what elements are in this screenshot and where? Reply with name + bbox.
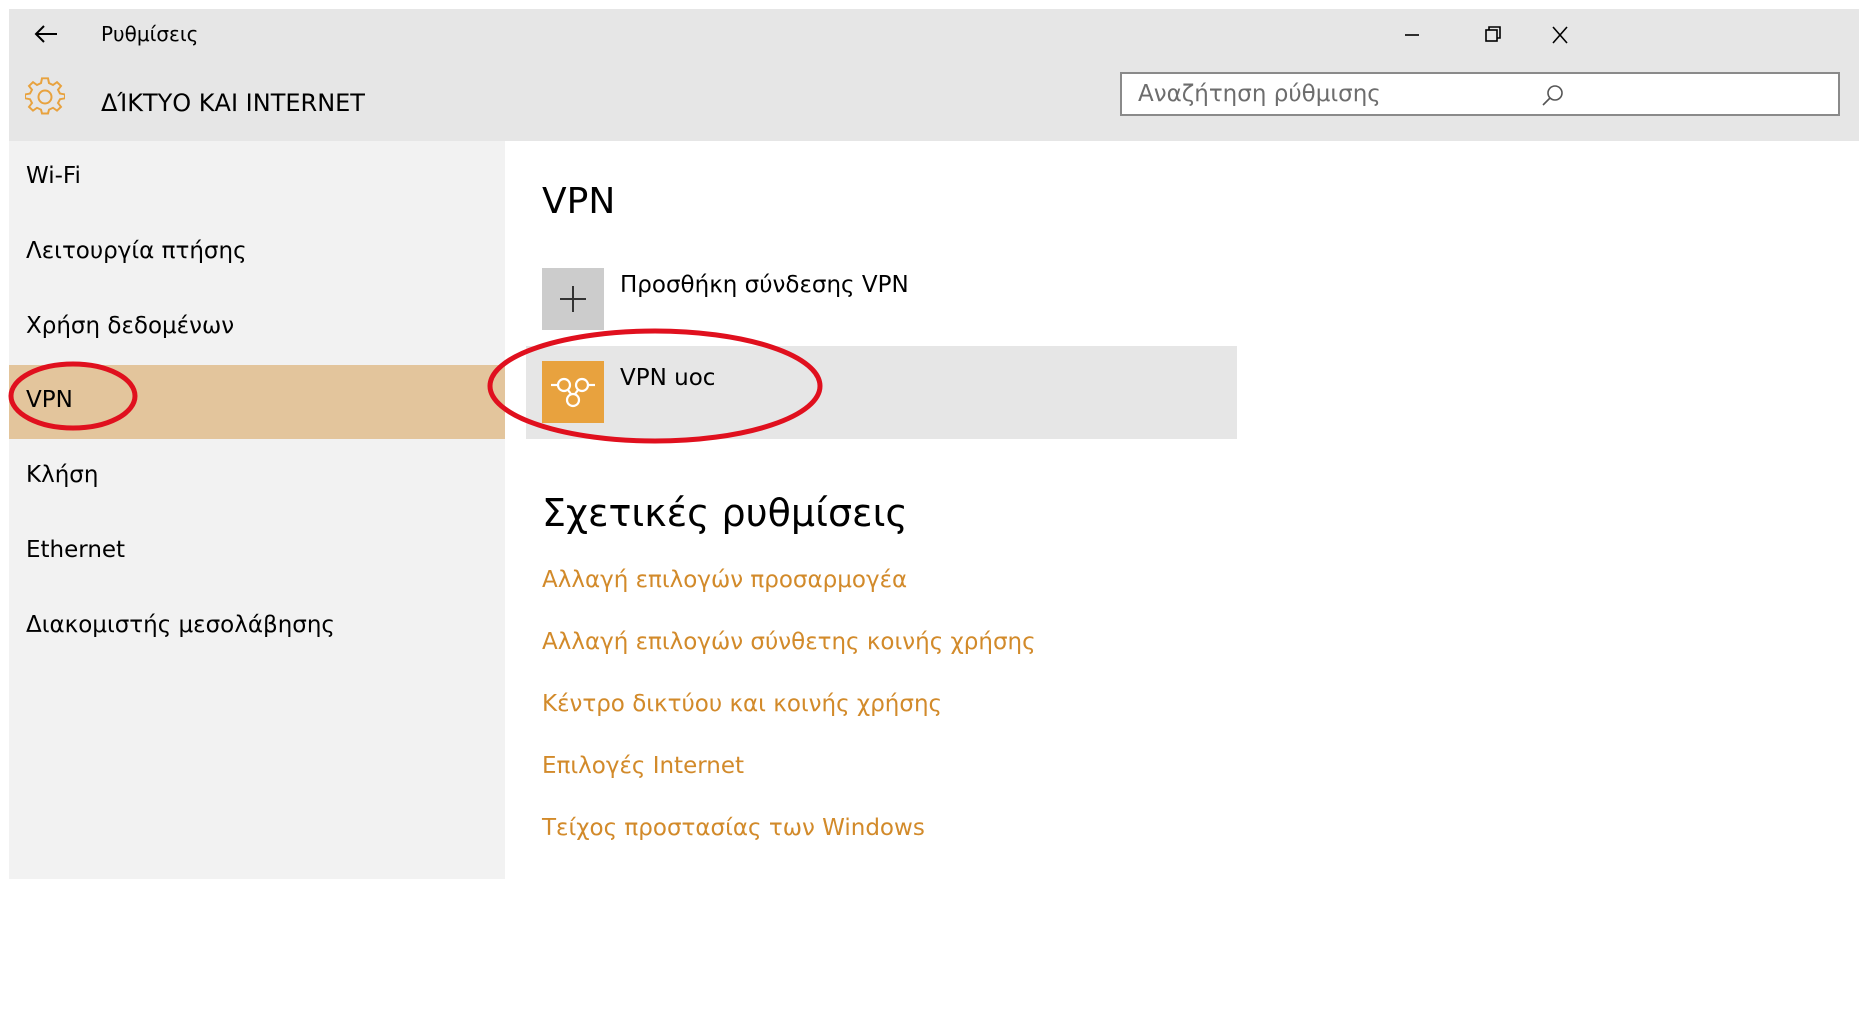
link-internet-options[interactable]: Επιλογές Internet: [542, 753, 744, 779]
vpn-connection-name: VPN uoc: [620, 365, 716, 391]
sidebar-item-vpn[interactable]: VPN: [9, 365, 505, 439]
search-icon[interactable]: [1540, 83, 1566, 109]
back-arrow-icon[interactable]: [31, 19, 61, 49]
sidebar-item-label: Ethernet: [26, 537, 126, 563]
page-title: VPN: [542, 181, 616, 222]
close-button[interactable]: [1540, 17, 1580, 53]
sidebar: Wi-Fi Λειτουργία πτήσης Χρήση δεδομένων …: [9, 141, 505, 879]
close-icon: [1552, 26, 1568, 44]
link-windows-firewall[interactable]: Τείχος προστασίας των Windows: [542, 815, 925, 841]
restore-icon: [1485, 26, 1501, 42]
sidebar-item-ethernet[interactable]: Ethernet: [9, 515, 505, 589]
minimize-icon: [1405, 34, 1419, 36]
sidebar-item-label: VPN: [26, 387, 73, 413]
sidebar-item-data-usage[interactable]: Χρήση δεδομένων: [9, 291, 505, 365]
plus-icon: [560, 286, 586, 312]
add-vpn-button[interactable]: [542, 268, 604, 330]
sidebar-item-label: Διακομιστής μεσολάβησης: [26, 612, 335, 638]
search-box[interactable]: [1120, 72, 1840, 116]
sidebar-item-label: Λειτουργία πτήσης: [26, 238, 247, 264]
title-bar: Ρυθμίσεις: [9, 9, 1859, 61]
sidebar-item-label: Χρήση δεδομένων: [26, 313, 235, 339]
sidebar-item-dial-up[interactable]: Κλήση: [9, 440, 505, 514]
add-vpn-label[interactable]: Προσθήκη σύνδεσης VPN: [620, 272, 909, 298]
section-title: ΔΊΚΤΥΟ ΚΑΙ INTERNET: [101, 89, 365, 117]
sidebar-item-wifi[interactable]: Wi-Fi: [9, 141, 505, 215]
app-title: Ρυθμίσεις: [101, 22, 199, 46]
sidebar-item-label: Wi-Fi: [26, 163, 81, 189]
sidebar-item-airplane-mode[interactable]: Λειτουργία πτήσης: [9, 216, 505, 290]
link-adapter-options[interactable]: Αλλαγή επιλογών προσαρμογέα: [542, 567, 907, 593]
related-settings-heading: Σχετικές ρυθμίσεις: [542, 491, 908, 535]
restore-button[interactable]: [1473, 17, 1513, 53]
link-network-sharing-center[interactable]: Κέντρο δικτύου και κοινής χρήσης: [542, 691, 942, 717]
sidebar-item-proxy[interactable]: Διακομιστής μεσολάβησης: [9, 590, 505, 664]
settings-header: ΔΊΚΤΥΟ ΚΑΙ INTERNET: [9, 61, 1859, 141]
settings-window: Ρυθμίσεις ΔΊΚΤΥΟ ΚΑΙ INTERNET Αναζήτηση …: [9, 9, 1859, 1031]
search-input[interactable]: [1138, 74, 1778, 114]
sidebar-item-label: Κλήση: [26, 462, 99, 488]
gear-icon: [24, 77, 66, 117]
link-advanced-sharing[interactable]: Αλλαγή επιλογών σύνθετης κοινής χρήσης: [542, 629, 1036, 655]
minimize-button[interactable]: [1392, 17, 1432, 53]
vpn-connection-item[interactable]: VPN uoc: [526, 346, 1237, 439]
vpn-connection-icon: [542, 361, 604, 423]
main-content: VPN Προσθήκη σύνδεσης VPN VPN uoc Σχετικ…: [505, 141, 1859, 1031]
